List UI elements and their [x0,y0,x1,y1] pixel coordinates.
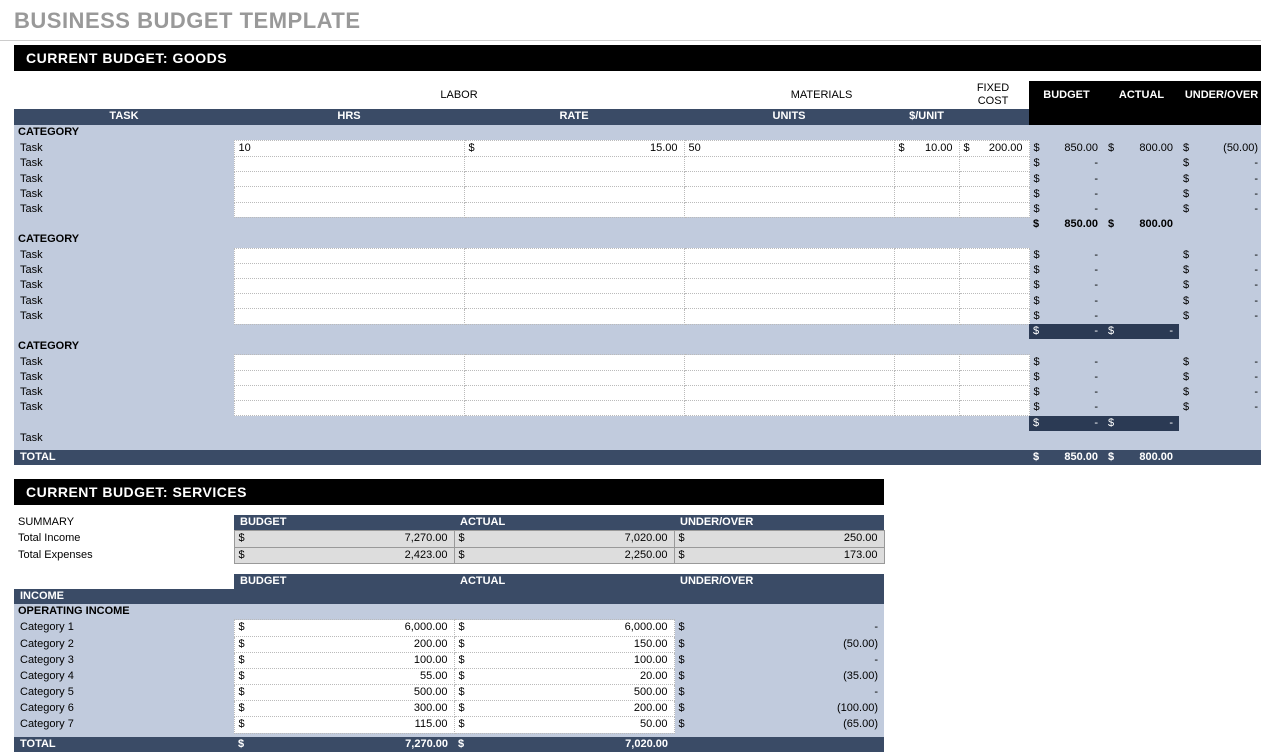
goods-col-header: TASK HRS RATE UNITS $/UNIT [14,109,1261,124]
summary-header: SUMMARY BUDGET ACTUAL UNDER/OVER [14,515,884,531]
task-row[interactable]: Task$-$- [14,187,1261,202]
task-row[interactable]: Task$-$- [14,370,1261,385]
income-row[interactable]: Category 7$115.00$50.00$(65.00) [14,717,884,733]
goods-section: CURRENT BUDGET: GOODS LABOR MATERIALS FI… [14,45,1261,465]
task-row[interactable]: Task$-$- [14,400,1261,415]
task-row[interactable]: Task$-$- [14,294,1261,309]
task-row[interactable]: Task$-$- [14,172,1261,187]
task-row[interactable]: Task$-$- [14,278,1261,293]
task-row[interactable]: Task$-$- [14,248,1261,263]
operating-income-header: OPERATING INCOME [14,604,884,620]
services-total-row: TOTAL $7,270.00 $7,020.00 [14,737,884,752]
summary-expenses-row: Total Expenses $2,423.00 $2,250.00 $173.… [14,547,884,563]
income-table: BUDGET ACTUAL UNDER/OVER INCOME OPERATIN… [14,574,884,752]
income-row[interactable]: Category 1$6,000.00$6,000.00$- [14,620,884,636]
task-row[interactable]: Task$-$- [14,202,1261,217]
goods-heading: CURRENT BUDGET: GOODS [14,45,1261,71]
task-row[interactable]: Task$-$- [14,263,1261,278]
category-row: CATEGORY [14,232,1261,248]
subtotal-row: $850.00$800.00 [14,217,1261,232]
income-row[interactable]: Category 5$500.00$500.00$- [14,685,884,701]
task-row[interactable]: Task 10 $15.00 50 $10.00 $200.00 $850.00… [14,140,1261,156]
category-row: CATEGORY [14,339,1261,355]
goods-super-header: LABOR MATERIALS FIXED COST BUDGET ACTUAL… [14,81,1261,109]
page-title: BUSINESS BUDGET TEMPLATE [0,0,1261,41]
subtotal-row: $-$- [14,324,1261,339]
income-row[interactable]: Category 6$300.00$200.00$(100.00) [14,701,884,717]
services-heading: CURRENT BUDGET: SERVICES [14,479,884,505]
goods-table: LABOR MATERIALS FIXED COST BUDGET ACTUAL… [14,81,1261,465]
summary-table: SUMMARY BUDGET ACTUAL UNDER/OVER Total I… [14,515,885,564]
income-row[interactable]: Category 2$200.00$150.00$(50.00) [14,636,884,652]
income-row[interactable]: Category 3$100.00$100.00$- [14,652,884,668]
summary-income-row: Total Income $7,270.00 $7,020.00 $250.00 [14,531,884,547]
task-row[interactable]: Task$-$- [14,156,1261,171]
task-row[interactable]: Task$-$- [14,385,1261,400]
task-row[interactable]: Task$-$- [14,309,1261,324]
category-row: CATEGORY [14,125,1261,141]
services-section: CURRENT BUDGET: SERVICES SUMMARY BUDGET … [14,479,884,752]
goods-total-row: TOTAL $850.00 $800.00 [14,450,1261,465]
income-bar: INCOME [14,589,884,604]
income-col-header: BUDGET ACTUAL UNDER/OVER [14,574,884,589]
task-row[interactable]: Task [14,431,1261,446]
income-row[interactable]: Category 4$55.00$20.00$(35.00) [14,668,884,684]
task-row[interactable]: Task$-$- [14,355,1261,370]
subtotal-row: $-$- [14,416,1261,431]
